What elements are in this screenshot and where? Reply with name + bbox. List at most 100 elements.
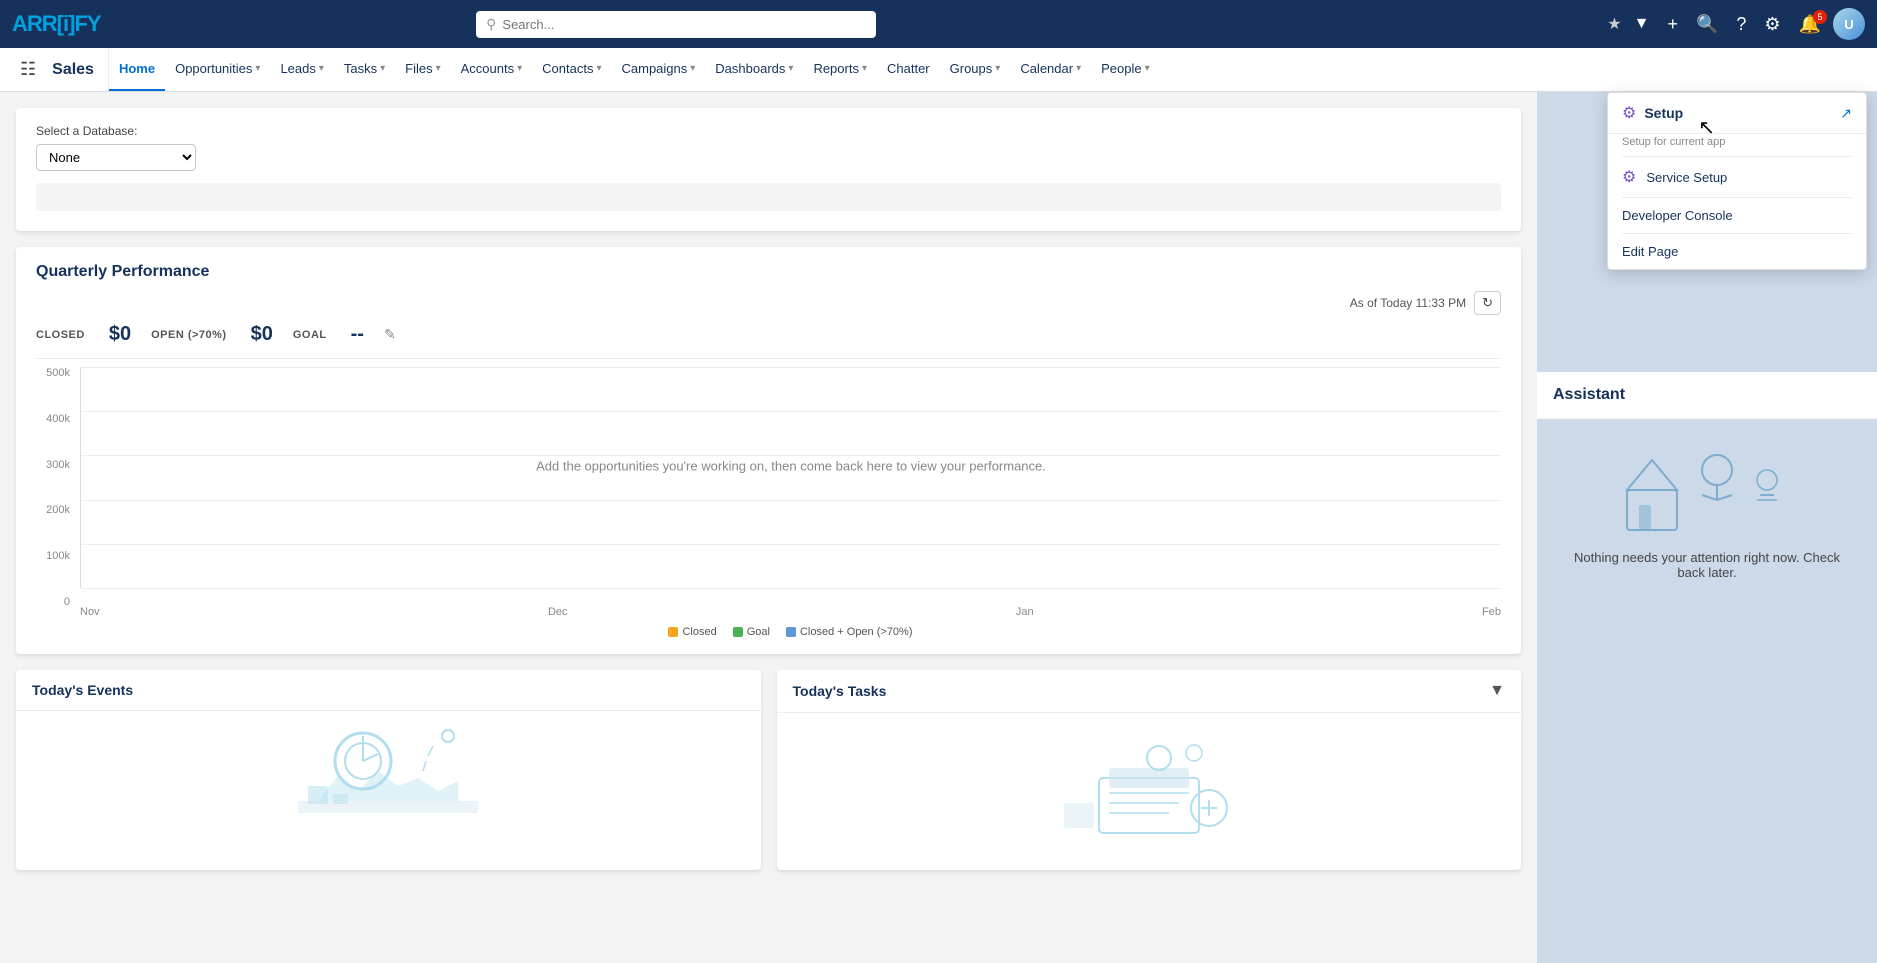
nav-item-campaigns[interactable]: Campaigns ▾ <box>612 48 706 91</box>
nav-link-files[interactable]: Files ▾ <box>395 48 450 91</box>
todays-tasks-header: Today's Tasks ▼ <box>777 670 1522 713</box>
tasks-dropdown-btn[interactable]: ▼ <box>1489 682 1505 700</box>
setup-icon-btn[interactable]: ▼ <box>1628 11 1656 37</box>
setup-external-icon[interactable]: ↗ <box>1840 105 1852 122</box>
nav-bar: ☷ Sales Home Opportunities ▾ Leads ▾ Tas… <box>0 48 1877 92</box>
todays-events-title: Today's Events <box>32 682 133 698</box>
nav-link-home[interactable]: Home <box>109 48 165 91</box>
nav-link-groups[interactable]: Groups ▾ <box>940 48 1011 91</box>
chart-area: 500k 400k 300k 200k 100k 0 <box>36 358 1501 638</box>
nav-item-files[interactable]: Files ▾ <box>395 48 450 91</box>
legend-label-goal: Goal <box>747 626 770 638</box>
setup-dropdown: ⚙ Setup ↗ Setup for current app ⚙ Servic… <box>1607 92 1867 270</box>
nav-item-contacts[interactable]: Contacts ▾ <box>532 48 611 91</box>
assistant-message: Nothing needs your attention right now. … <box>1557 540 1857 590</box>
nav-link-campaigns[interactable]: Campaigns ▾ <box>612 48 706 91</box>
setup-menu-developer-console[interactable]: Developer Console <box>1608 198 1866 233</box>
x-label-feb: Feb <box>1482 606 1501 618</box>
goal-edit-icon[interactable]: ✎ <box>384 326 396 343</box>
nav-item-people[interactable]: People ▾ <box>1091 48 1160 91</box>
search-bar[interactable]: ⚲ <box>476 11 876 38</box>
y-label-400k: 400k <box>46 413 70 425</box>
settings-icon-btn[interactable]: ⚙ <box>1758 10 1786 39</box>
grid-line-4 <box>81 544 1501 545</box>
nav-link-chatter[interactable]: Chatter <box>877 48 940 91</box>
nav-link-calendar[interactable]: Calendar ▾ <box>1010 48 1091 91</box>
chart-message: Add the opportunities you're working on,… <box>536 459 1046 474</box>
legend-dot-closed <box>668 627 678 637</box>
assistant-title: Assistant <box>1537 372 1877 419</box>
qp-stats-row: CLOSED $0 OPEN (>70%) $0 GOAL -- ✎ <box>36 323 1501 346</box>
y-label-300k: 300k <box>46 459 70 471</box>
goal-label: GOAL <box>293 329 327 341</box>
todays-tasks-body <box>777 713 1522 853</box>
grid-line-2 <box>81 455 1501 456</box>
setup-menu-service-setup[interactable]: ⚙ Service Setup <box>1608 157 1866 197</box>
goal-value: -- <box>351 323 364 346</box>
nav-link-contacts[interactable]: Contacts ▾ <box>532 48 611 91</box>
nav-link-reports[interactable]: Reports ▾ <box>803 48 877 91</box>
setup-dropdown-header[interactable]: ⚙ Setup ↗ <box>1608 93 1866 134</box>
nav-item-calendar[interactable]: Calendar ▾ <box>1010 48 1091 91</box>
qp-header-row: As of Today 11:33 PM ↻ <box>36 291 1501 315</box>
y-label-500k: 500k <box>46 367 70 379</box>
y-label-0: 0 <box>64 596 70 608</box>
setup-menu-edit-page[interactable]: Edit Page <box>1608 234 1866 269</box>
favorites-icon[interactable]: ★ <box>1607 14 1621 34</box>
right-panel: ⚙ Setup ↗ Setup for current app ⚙ Servic… <box>1537 92 1877 963</box>
assistant-body: Nothing needs your attention right now. … <box>1537 420 1877 963</box>
search-input[interactable] <box>502 17 866 32</box>
left-panel: Select a Database: None Quarterly Perfor… <box>0 92 1537 963</box>
developer-console-label: Developer Console <box>1622 208 1733 223</box>
edit-page-label: Edit Page <box>1622 244 1678 259</box>
todays-events-body <box>16 711 761 851</box>
nav-link-tasks[interactable]: Tasks ▾ <box>334 48 395 91</box>
refresh-button[interactable]: ↻ <box>1474 291 1501 315</box>
nav-item-groups[interactable]: Groups ▾ <box>940 48 1011 91</box>
nav-grid-button[interactable]: ☷ <box>8 48 48 91</box>
search-icon: ⚲ <box>486 16 496 33</box>
legend-label-closed: Closed <box>682 626 716 638</box>
global-search-icon-btn[interactable]: 🔍 <box>1690 10 1724 39</box>
nav-item-opportunities[interactable]: Opportunities ▾ <box>165 48 270 91</box>
nav-item-dashboards[interactable]: Dashboards ▾ <box>705 48 803 91</box>
chart-y-labels: 500k 400k 300k 200k 100k 0 <box>36 367 76 608</box>
todays-events-header: Today's Events <box>16 670 761 711</box>
legend-label-closed-open: Closed + Open (>70%) <box>800 626 913 638</box>
nav-item-home[interactable]: Home <box>109 48 165 91</box>
nav-app-label: Sales <box>48 48 109 91</box>
tasks-illustration <box>1039 718 1259 848</box>
open-value: $0 <box>251 323 273 346</box>
nav-item-chatter[interactable]: Chatter <box>877 48 940 91</box>
nav-link-dashboards[interactable]: Dashboards ▾ <box>705 48 803 91</box>
grid-line-bottom <box>81 588 1501 589</box>
db-selector-label: Select a Database: <box>36 124 1501 138</box>
notifications-icon-btn[interactable]: 🔔 5 <box>1793 10 1827 39</box>
avatar[interactable]: U <box>1833 8 1865 40</box>
assistant-illustration <box>1617 440 1797 540</box>
db-selector-row: None <box>36 144 1501 171</box>
nav-link-leads[interactable]: Leads ▾ <box>270 48 333 91</box>
nav-link-people[interactable]: People ▾ <box>1091 48 1160 91</box>
nav-item-tasks[interactable]: Tasks ▾ <box>334 48 395 91</box>
nav-items: Home Opportunities ▾ Leads ▾ Tasks ▾ Fil… <box>109 48 1160 91</box>
setup-dropdown-header-left: ⚙ Setup <box>1622 103 1683 123</box>
chart-plot: Add the opportunities you're working on,… <box>80 367 1501 588</box>
todays-tasks-title: Today's Tasks <box>793 683 887 699</box>
notification-badge: 5 <box>1813 10 1827 24</box>
nav-item-leads[interactable]: Leads ▾ <box>270 48 333 91</box>
open-label: OPEN (>70%) <box>151 329 227 341</box>
nav-link-accounts[interactable]: Accounts ▾ <box>451 48 533 91</box>
db-select[interactable]: None <box>36 144 196 171</box>
add-icon-btn[interactable]: + <box>1661 10 1684 39</box>
nav-item-accounts[interactable]: Accounts ▾ <box>451 48 533 91</box>
nav-link-opportunities[interactable]: Opportunities ▾ <box>165 48 270 91</box>
legend-closed-open: Closed + Open (>70%) <box>786 626 913 638</box>
todays-tasks-card: Today's Tasks ▼ <box>777 670 1522 870</box>
help-icon-btn[interactable]: ? <box>1730 10 1752 39</box>
db-empty-bar <box>36 183 1501 211</box>
nav-item-reports[interactable]: Reports ▾ <box>803 48 877 91</box>
chart-grid-lines <box>81 367 1501 588</box>
top-bar-actions: ★ ▼ + 🔍 ? ⚙ 🔔 5 U <box>1607 8 1865 40</box>
assistant-header: Assistant <box>1537 372 1877 420</box>
